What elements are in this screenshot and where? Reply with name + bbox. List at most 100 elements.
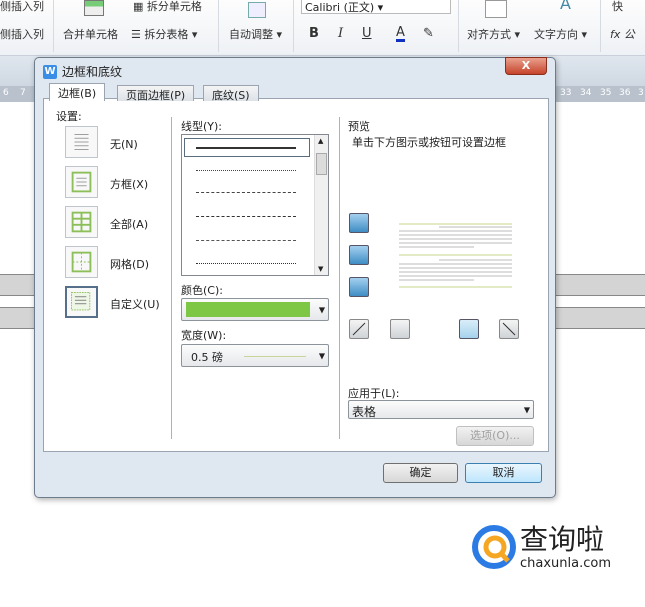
scroll-thumb[interactable]	[316, 153, 327, 175]
setting-none-button[interactable]	[65, 126, 98, 158]
box-icon	[71, 171, 92, 193]
borders-shading-dialog: W 边框和底纹 X 边框(B) 页面边框(P) 底纹(S) 设置: 无(N) 方框…	[34, 57, 556, 498]
text-direction-label: 文字方向	[534, 28, 578, 41]
color-label: 颜色(C):	[181, 284, 223, 297]
insert-col-right[interactable]: 侧插入列	[0, 26, 44, 42]
ruler-tick: 7	[20, 88, 26, 98]
dialog-title: W 边框和底纹	[43, 63, 122, 80]
watermark-logo-icon	[472, 525, 516, 569]
quick-button[interactable]: 快	[612, 0, 623, 14]
ruler-tick: 3	[638, 88, 644, 98]
ok-button[interactable]: 确定	[383, 463, 458, 483]
ruler-tick: 33	[560, 88, 572, 98]
apply-to-select[interactable]: 表格 ▼	[348, 400, 534, 419]
line-style-solid[interactable]	[196, 147, 296, 149]
align-icon	[485, 0, 507, 18]
formula-button[interactable]: fx 公	[610, 26, 635, 42]
settings-label: 设置:	[56, 110, 82, 123]
color-select[interactable]: ▼	[181, 298, 329, 321]
setting-box-button[interactable]	[65, 166, 98, 198]
line-style-dash-dot-dot[interactable]	[196, 263, 296, 264]
setting-all-label: 全部(A)	[110, 218, 149, 231]
merge-cells-button[interactable]: 合并单元格	[63, 26, 118, 42]
setting-custom-label: 自定义(U)	[110, 298, 160, 311]
options-button[interactable]: 选项(O)...	[456, 426, 534, 446]
diagonal-down-icon	[502, 322, 516, 336]
alignment-button[interactable]: 对齐方式 ▾	[467, 26, 520, 42]
apply-to-value: 表格	[352, 405, 377, 419]
apply-to-label: 应用于(L):	[348, 387, 400, 400]
insert-col-left[interactable]: 侧插入列	[0, 0, 44, 14]
font-color-button[interactable]: A	[396, 26, 405, 42]
split-cells-button[interactable]: ▦ 拆分单元格	[133, 0, 202, 14]
auto-fit-icon	[248, 2, 266, 18]
ruler-tick: 36	[619, 88, 631, 98]
merge-cells-icon	[84, 0, 104, 16]
font-value: Calibri (正文)	[305, 1, 375, 14]
scroll-up-icon[interactable]: ▲	[318, 137, 323, 145]
color-swatch	[186, 302, 310, 317]
auto-fit-label: 自动调整	[229, 28, 273, 41]
setting-all-button[interactable]	[65, 206, 98, 238]
divider	[171, 117, 172, 439]
line-style-list[interactable]: ▲ ▼	[181, 134, 329, 276]
split-table-button[interactable]: ☰ 拆分表格 ▾	[131, 26, 197, 42]
width-label: 宽度(W):	[181, 329, 227, 342]
line-style-label: 线型(Y):	[181, 120, 223, 133]
line-style-dash[interactable]	[196, 216, 296, 217]
line-style-dashed[interactable]	[196, 192, 296, 193]
bottom-border-button[interactable]	[349, 277, 369, 297]
width-select[interactable]: 0.5 磅 ▼	[181, 344, 329, 367]
alignment-label: 对齐方式	[467, 28, 511, 41]
left-border-button[interactable]	[390, 319, 410, 339]
inside-vertical-border-button[interactable]	[459, 319, 479, 339]
ribbon: 侧插入列 侧插入列 合并单元格 ▦ 拆分单元格 ☰ 拆分表格 ▾ 自动调整 ▾ …	[0, 0, 645, 56]
custom-icon	[71, 291, 91, 311]
diagonal-up-border-button[interactable]	[349, 319, 369, 339]
diagonal-down-border-button[interactable]	[499, 319, 519, 339]
chevron-down-icon: ▼	[318, 305, 325, 314]
setting-none-label: 无(N)	[110, 138, 138, 151]
watermark-url: chaxunla.com	[520, 555, 611, 571]
line-style-dash-dot[interactable]	[196, 240, 296, 241]
setting-grid-label: 网格(D)	[110, 258, 150, 271]
chevron-down-icon: ▼	[318, 351, 325, 360]
top-border-button[interactable]	[349, 213, 369, 233]
line-style-scrollbar[interactable]: ▲ ▼	[314, 135, 328, 275]
watermark-text: 查询啦	[520, 522, 605, 556]
watermark: 查询啦 chaxunla.com	[470, 523, 611, 571]
setting-custom-button[interactable]	[65, 286, 98, 318]
inside-horizontal-border-button[interactable]	[349, 245, 369, 265]
setting-box-label: 方框(X)	[110, 178, 149, 191]
underline-button[interactable]: U	[362, 26, 372, 41]
wps-logo-icon: W	[43, 64, 57, 79]
split-cells-label: 拆分单元格	[146, 0, 202, 13]
line-style-dotted[interactable]	[196, 170, 296, 171]
bold-button[interactable]: B	[309, 26, 319, 41]
all-icon	[71, 211, 92, 233]
width-line-sample	[244, 356, 306, 357]
split-table-label: 拆分表格	[144, 28, 189, 41]
tab-panel: 边框(B) 页面边框(P) 底纹(S) 设置: 无(N) 方框(X) 全部(A)…	[43, 83, 549, 452]
highlight-icon[interactable]: ✎	[423, 26, 434, 41]
ruler-tick: 34	[580, 88, 592, 98]
preview-diagram[interactable]	[399, 223, 514, 291]
text-direction-button[interactable]: 文字方向 ▾	[534, 26, 587, 42]
dialog-title-text: 边框和底纹	[62, 65, 123, 79]
divider	[339, 117, 340, 439]
italic-button[interactable]: I	[338, 26, 343, 41]
ruler-tick: 35	[600, 88, 612, 98]
cancel-button[interactable]: 取消	[465, 463, 542, 483]
width-value: 0.5 磅	[191, 351, 223, 364]
font-select[interactable]: Calibri (正文) ▾	[301, 0, 451, 14]
auto-fit-button[interactable]: 自动调整 ▾	[229, 26, 282, 42]
close-button[interactable]: X	[505, 57, 547, 75]
none-icon	[74, 134, 89, 150]
scroll-down-icon[interactable]: ▼	[318, 265, 323, 273]
text-direction-icon: A	[560, 0, 571, 13]
setting-grid-button[interactable]	[65, 246, 98, 278]
grid-icon	[71, 251, 92, 273]
tab-borders[interactable]: 边框(B)	[49, 83, 106, 101]
tab-page-border[interactable]: 页面边框(P)	[117, 85, 195, 102]
tab-shading[interactable]: 底纹(S)	[203, 85, 259, 102]
